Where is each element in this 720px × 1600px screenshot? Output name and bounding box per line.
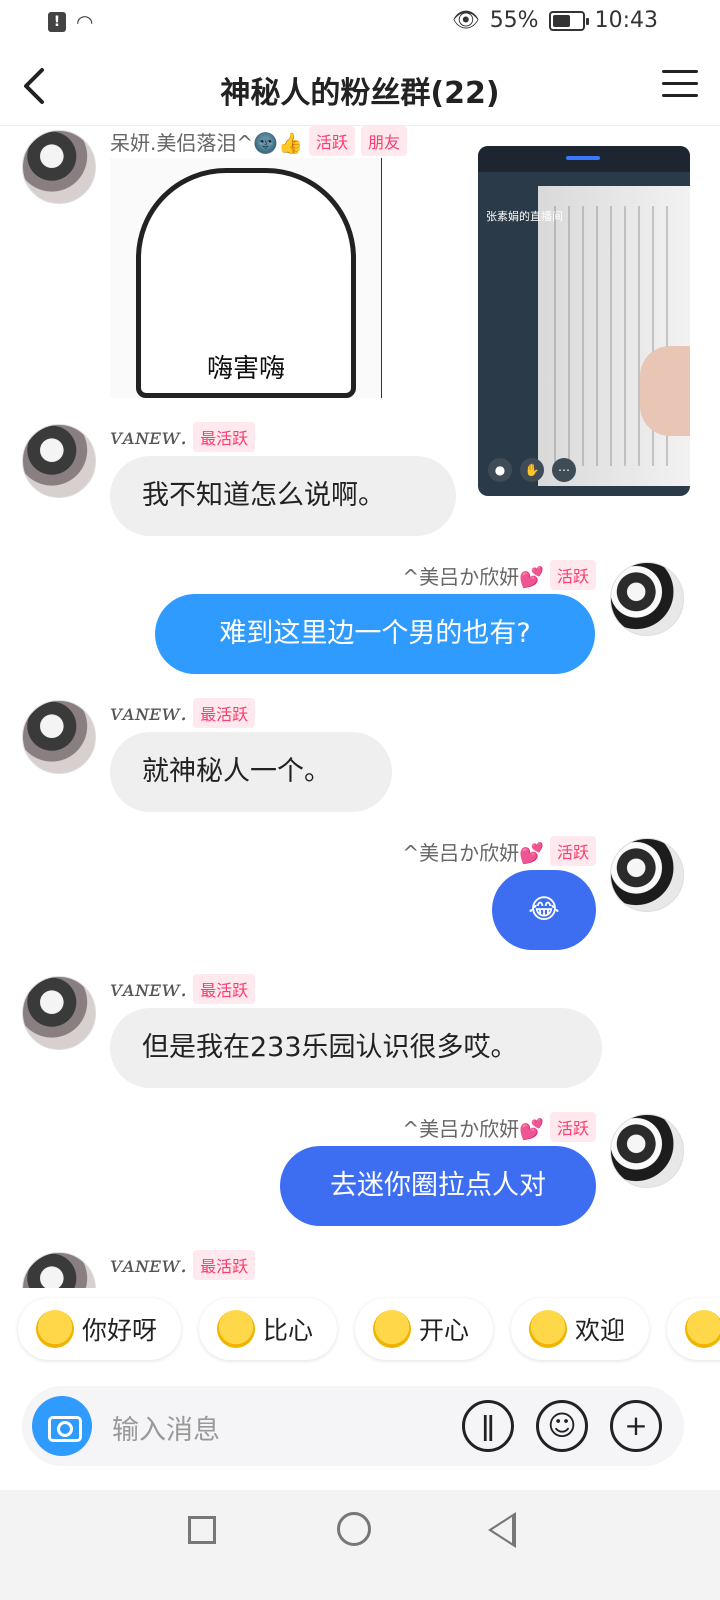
avatar[interactable] bbox=[22, 700, 96, 774]
recents-button[interactable] bbox=[188, 1516, 216, 1544]
quick-reply-happy[interactable]: 开心 bbox=[355, 1298, 494, 1360]
avatar[interactable] bbox=[610, 562, 684, 636]
eye-icon: 👁 bbox=[451, 8, 480, 33]
emoji-bubble[interactable]: 😂 bbox=[492, 870, 596, 950]
sender-name: ^美吕か欣妍💕 活跃 bbox=[402, 836, 596, 866]
sender-label: ᴠᴀɴᴇᴡ. bbox=[110, 424, 188, 450]
laugh-face-icon bbox=[685, 1310, 720, 1348]
chip-label: 开心 bbox=[419, 1316, 470, 1345]
chip-label: 比心 bbox=[263, 1316, 314, 1345]
status-badge: 最活跃 bbox=[193, 698, 256, 728]
sender-name: ^美吕か欣妍💕 活跃 bbox=[402, 1112, 596, 1142]
page-title: 神秘人的粉丝群(22) bbox=[220, 76, 500, 111]
home-button[interactable] bbox=[337, 1512, 371, 1546]
battery-fill bbox=[552, 14, 571, 27]
alert-icon: ! bbox=[48, 12, 66, 32]
sticker-caption: 嗨害嗨 bbox=[206, 354, 285, 384]
quick-reply-bar[interactable]: 你好呀 比心 开心 欢迎 bbox=[18, 1298, 720, 1360]
avatar[interactable] bbox=[22, 1252, 96, 1288]
status-badge: 最活跃 bbox=[193, 1250, 256, 1280]
wifi-icon: ◠ bbox=[76, 10, 94, 34]
quick-reply-more[interactable] bbox=[667, 1298, 720, 1360]
add-button[interactable]: + bbox=[610, 1400, 662, 1452]
happy-face-icon bbox=[36, 1310, 74, 1348]
message-input-bar: 输入消息 ǁ ☺ + bbox=[22, 1386, 684, 1466]
sender-label: ^美吕か欣妍💕 bbox=[402, 564, 544, 589]
voice-button[interactable]: ǁ bbox=[462, 1400, 514, 1452]
sender-label: ^美吕か欣妍💕 bbox=[402, 840, 544, 865]
more-icon[interactable]: ⋯ bbox=[552, 458, 576, 482]
party-face-icon bbox=[529, 1310, 568, 1348]
message-bubble[interactable]: 就神秘人一个。 bbox=[110, 732, 392, 812]
quick-reply-heart[interactable]: 比心 bbox=[199, 1298, 338, 1360]
avatar[interactable] bbox=[610, 1114, 684, 1188]
grin-face-icon bbox=[373, 1310, 412, 1348]
sender-label: ^美吕か欣妍💕 bbox=[402, 1116, 544, 1141]
plus-icon: + bbox=[624, 1409, 648, 1442]
avatar[interactable] bbox=[22, 976, 96, 1050]
back-nav-button[interactable] bbox=[488, 1512, 516, 1548]
avatar[interactable] bbox=[22, 130, 96, 204]
quick-reply-welcome[interactable]: 欢迎 bbox=[511, 1298, 650, 1360]
battery-percent: 55% bbox=[489, 8, 539, 33]
message-bubble[interactable]: 我不知道怎么说啊。 bbox=[110, 456, 456, 536]
status-badge: 活跃 bbox=[308, 126, 355, 156]
system-nav-bar bbox=[0, 1490, 720, 1600]
status-badge: 活跃 bbox=[549, 836, 596, 866]
battery-icon bbox=[548, 10, 589, 31]
menu-button[interactable] bbox=[662, 70, 698, 100]
status-badge: 活跃 bbox=[549, 1112, 596, 1142]
sender-name: ᴠᴀɴᴇᴡ. 最活跃 bbox=[110, 698, 256, 728]
quick-reply-hello[interactable]: 你好呀 bbox=[18, 1298, 182, 1360]
sticker-image[interactable]: 嗨害嗨 bbox=[110, 158, 382, 398]
message-bubble[interactable]: 去迷你圈拉点人对 bbox=[280, 1146, 596, 1226]
status-badge: 最活跃 bbox=[193, 974, 256, 1004]
status-badge: 最活跃 bbox=[193, 422, 256, 452]
message-bubble[interactable]: 难到这里边一个男的也有? bbox=[155, 594, 595, 674]
sender-label: ᴠᴀɴᴇᴡ. bbox=[110, 976, 188, 1002]
status-badge: 朋友 bbox=[360, 126, 407, 156]
video-hand bbox=[640, 346, 690, 436]
avatar[interactable] bbox=[22, 424, 96, 498]
sender-name: ^美吕か欣妍💕 活跃 bbox=[402, 560, 596, 590]
message-bubble[interactable]: 但是我在233乐园认识很多哎。 bbox=[110, 1008, 602, 1088]
chat-header: 神秘人的粉丝群(22) bbox=[0, 48, 720, 126]
video-handle bbox=[566, 156, 600, 160]
hand-icon[interactable]: ✋ bbox=[520, 458, 544, 482]
sender-label: ᴠᴀɴᴇᴡ. bbox=[110, 700, 188, 726]
status-badge: 活跃 bbox=[549, 560, 596, 590]
chip-label: 你好呀 bbox=[82, 1316, 158, 1345]
sender-name: ᴠᴀɴᴇᴡ. 最活跃 bbox=[110, 422, 256, 452]
sender-name: ᴠᴀɴᴇᴡ. 最活跃 bbox=[110, 974, 256, 1004]
voice-icon: ǁ bbox=[481, 1409, 495, 1442]
chip-label: 欢迎 bbox=[575, 1316, 626, 1345]
avatar[interactable] bbox=[610, 838, 684, 912]
sender-name: ᴠᴀɴᴇᴡ. 最活跃 bbox=[110, 1250, 256, 1280]
video-preview-card[interactable]: 张素娟的直播间 ● ✋ ⋯ bbox=[478, 146, 690, 496]
sender-name: 呆妍.美侣落泪^🌚👍 活跃 朋友 bbox=[110, 126, 407, 156]
emoji-button[interactable]: ☺ bbox=[536, 1400, 588, 1452]
camera-button[interactable] bbox=[32, 1396, 92, 1456]
heart-face-icon bbox=[217, 1310, 256, 1348]
message-input[interactable]: 输入消息 bbox=[112, 1408, 220, 1447]
comment-icon[interactable]: ● bbox=[488, 458, 512, 482]
video-caption: 张素娟的直播间 bbox=[486, 210, 563, 223]
sender-label: 呆妍.美侣落泪^🌚👍 bbox=[110, 130, 303, 155]
chat-list[interactable]: 呆妍.美侣落泪^🌚👍 活跃 朋友 嗨害嗨 张素娟的直播间 ● ✋ ⋯ ᴠᴀɴᴇᴡ… bbox=[0, 126, 720, 1288]
sender-label: ᴠᴀɴᴇᴡ. bbox=[110, 1252, 188, 1278]
smiley-icon: ☺ bbox=[547, 1409, 577, 1442]
clock: 10:43 bbox=[594, 8, 658, 33]
status-bar: ! ◠ 👁 55% 10:43 bbox=[0, 0, 720, 48]
